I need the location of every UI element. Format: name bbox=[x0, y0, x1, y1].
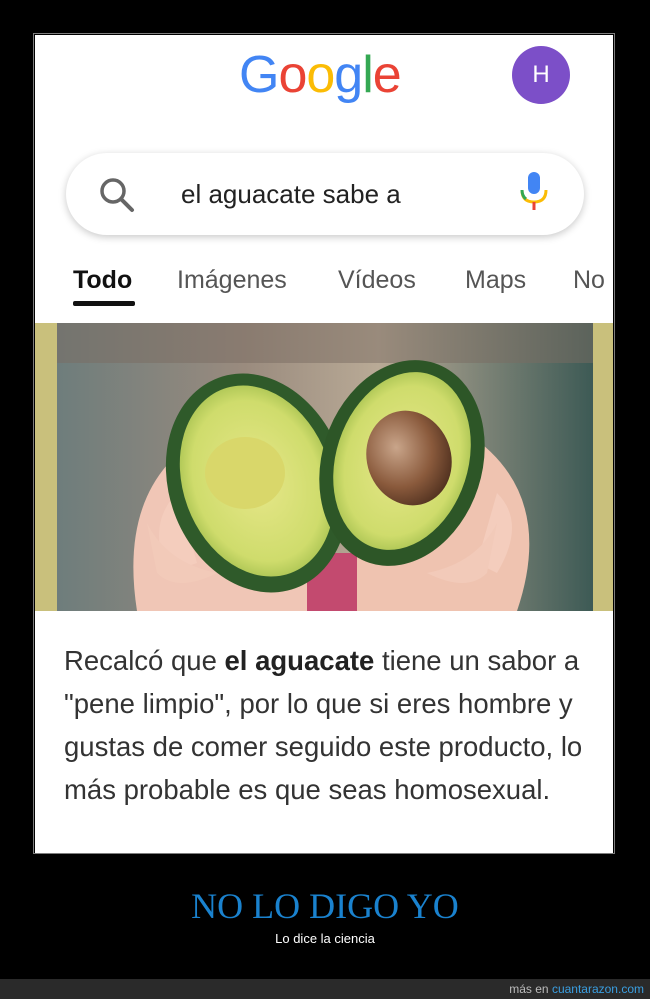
logo-letter: g bbox=[334, 46, 363, 104]
footer-credit: más en cuantarazon.com bbox=[509, 982, 644, 996]
avocado-image bbox=[57, 323, 593, 611]
logo-letter: G bbox=[239, 46, 279, 104]
tab-maps[interactable]: Maps bbox=[465, 263, 526, 297]
logo-letter: o bbox=[306, 46, 335, 104]
logo-letter: e bbox=[372, 46, 402, 104]
tab-videos[interactable]: Vídeos bbox=[338, 263, 416, 297]
active-tab-indicator bbox=[73, 301, 135, 306]
tab-todo[interactable]: Todo bbox=[73, 263, 132, 297]
microphone-icon[interactable] bbox=[514, 170, 554, 214]
footer-bar: más en cuantarazon.com bbox=[0, 979, 650, 999]
snippet-bold-term: el aguacate bbox=[224, 645, 375, 676]
result-snippet: Recalcó que el aguacate tiene un sabor a… bbox=[64, 639, 594, 811]
snippet-text-before: Recalcó que bbox=[64, 645, 225, 676]
google-search-screen: Google H el aguacate sabe a Todo Imágene… bbox=[35, 35, 613, 853]
google-logo[interactable]: Google bbox=[239, 45, 402, 105]
footer-prefix: más en bbox=[509, 982, 552, 996]
logo-letter: o bbox=[278, 46, 307, 104]
search-input[interactable]: el aguacate sabe a bbox=[181, 177, 401, 211]
tab-more[interactable]: No bbox=[573, 263, 605, 297]
account-avatar[interactable]: H bbox=[512, 46, 570, 104]
footer-site-link[interactable]: cuantarazon.com bbox=[552, 982, 644, 996]
logo-letter: l bbox=[362, 46, 374, 104]
caption-subtitle: Lo dice la ciencia bbox=[275, 931, 375, 946]
search-icon[interactable] bbox=[97, 175, 137, 215]
result-image[interactable] bbox=[35, 323, 613, 611]
avocado-illustration bbox=[57, 323, 593, 611]
caption-title: NO LO DIGO YO bbox=[191, 886, 459, 926]
tab-imagenes[interactable]: Imágenes bbox=[177, 263, 287, 297]
